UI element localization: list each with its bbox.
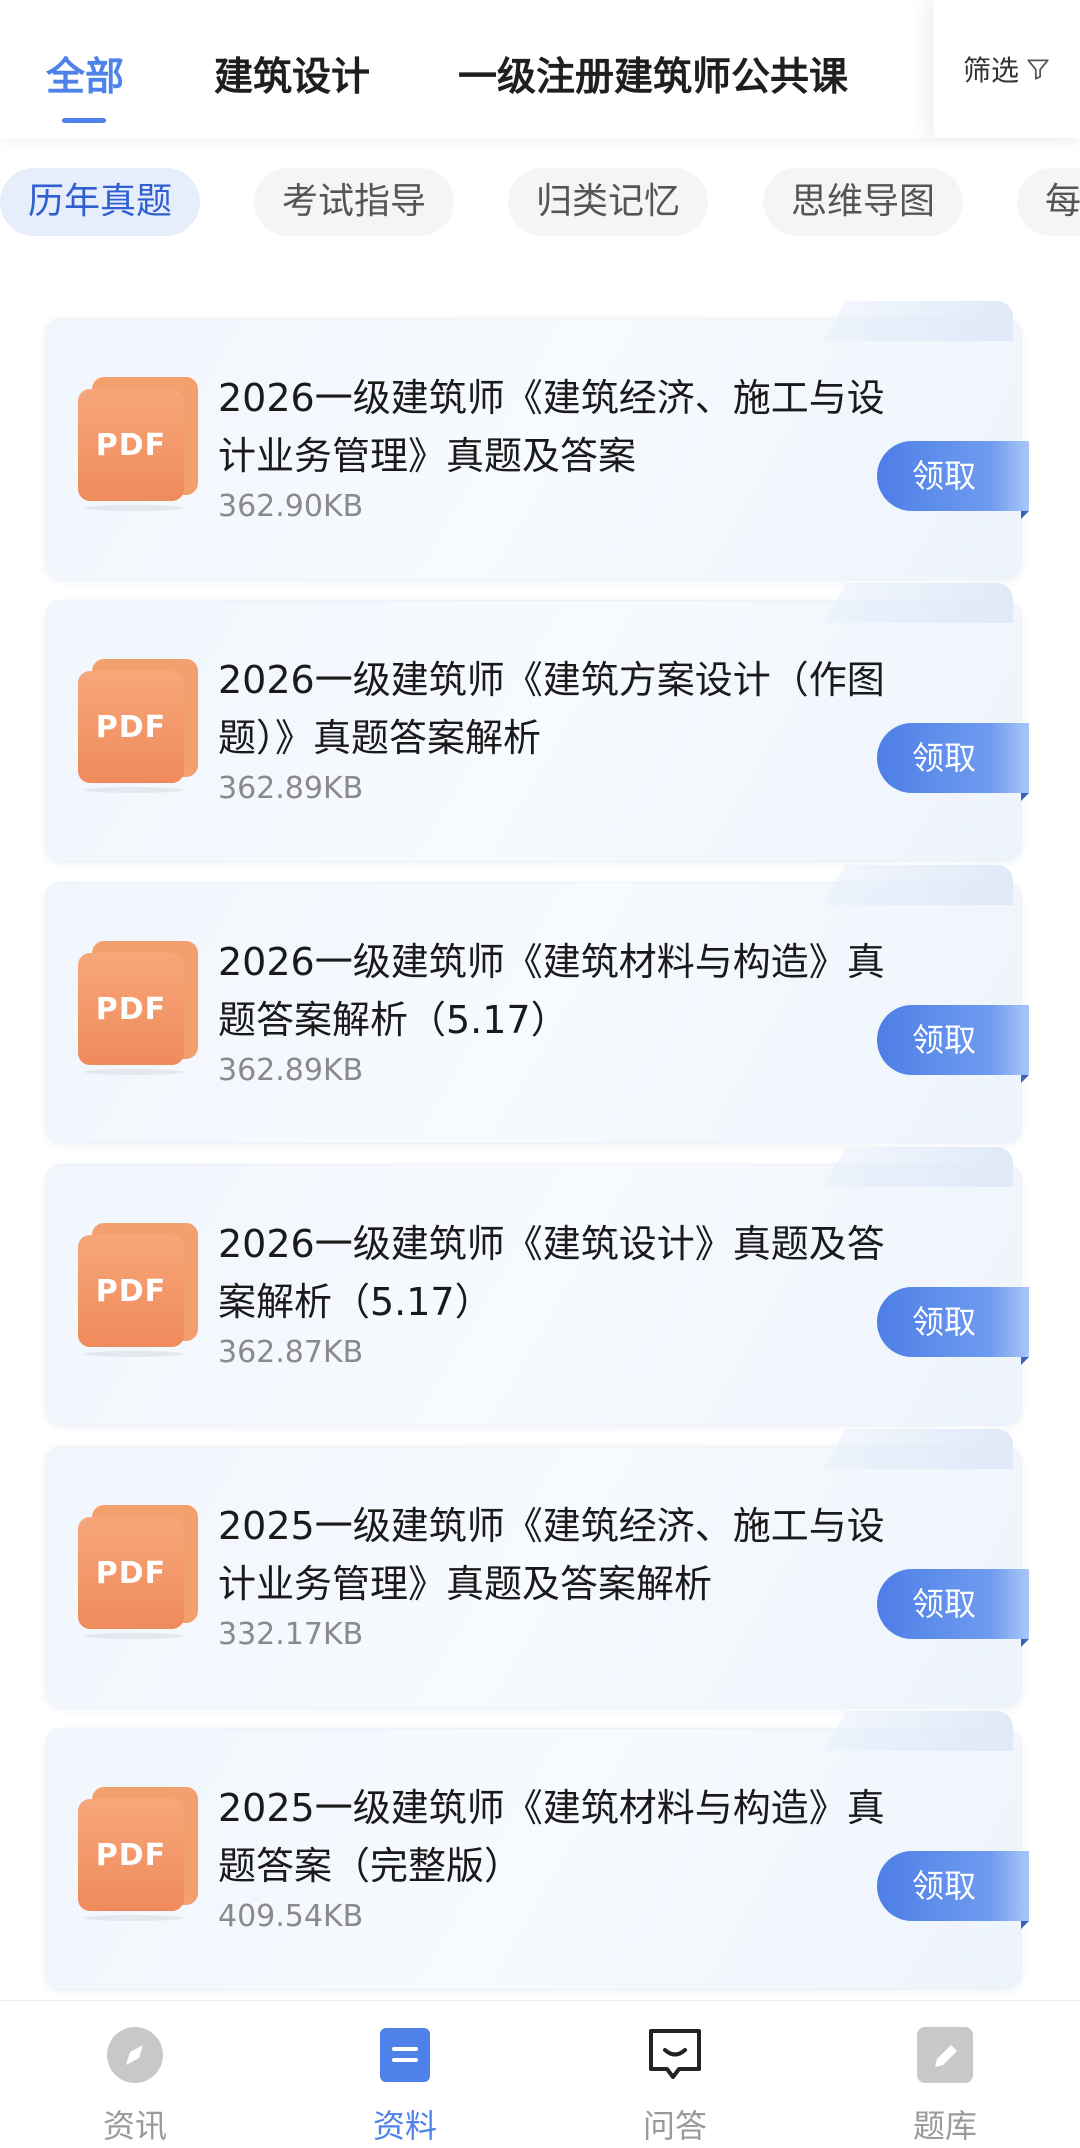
resource-size: 362.89KB: [218, 771, 364, 806]
nav-item-qa[interactable]: 问答: [540, 2001, 810, 2148]
resource-card[interactable]: PDF 2026一级建筑师《建筑设计》真题及答案解析（5.17） 362.87K…: [45, 1147, 1029, 1426]
resource-size: 362.90KB: [218, 489, 364, 524]
pdf-icon-text: PDF: [95, 1837, 167, 1873]
filter-label: 筛选: [962, 54, 1019, 87]
claim-button[interactable]: 领取: [877, 1287, 1029, 1365]
pdf-icon-text: PDF: [95, 1273, 167, 1309]
chip-mind-map[interactable]: 思维导图: [763, 168, 964, 236]
chip-past-exams[interactable]: 历年真题: [0, 168, 201, 236]
pdf-file-icon: PDF: [78, 941, 202, 1075]
chip-category-memory[interactable]: 归类记忆: [508, 168, 709, 236]
resource-card[interactable]: PDF 2026一级建筑师《建筑经济、施工与设计业务管理》真题及答案 362.9…: [45, 301, 1029, 580]
chip-exam-guide[interactable]: 考试指导: [254, 168, 455, 236]
page: 全部 建筑设计 一级注册建筑师公共课 筛选 历年真题 考试指导 归类记忆 思维导…: [0, 0, 1080, 2148]
resource-size: 362.89KB: [218, 1053, 364, 1088]
card-tab-decoration: [823, 1147, 1013, 1187]
tab-all[interactable]: 全部: [46, 46, 124, 102]
pdf-icon-text: PDF: [95, 427, 167, 463]
pdf-icon-text: PDF: [95, 709, 167, 745]
pdf-file-icon: PDF: [78, 1787, 202, 1921]
bottom-navigation: 资讯 资料 问答 题库: [0, 2000, 1080, 2148]
pdf-file-icon: PDF: [78, 1505, 202, 1639]
nav-label: 资讯: [102, 2107, 167, 2145]
claim-button[interactable]: 领取: [877, 441, 1029, 519]
filter-icon: [1027, 59, 1049, 80]
claim-button[interactable]: 领取: [877, 1569, 1029, 1647]
subcategory-chip-row: 历年真题 考试指导 归类记忆 思维导图 每: [0, 168, 1080, 238]
pdf-icon-text: PDF: [95, 991, 167, 1027]
document-icon: [380, 2028, 430, 2082]
nav-label: 资料: [372, 2107, 437, 2145]
claim-button[interactable]: 领取: [877, 1005, 1029, 1083]
resource-title: 2026一级建筑师《建筑设计》真题及答案解析（5.17）: [218, 1222, 885, 1324]
card-tab-decoration: [823, 1429, 1013, 1469]
nav-label: 问答: [642, 2107, 707, 2145]
card-tab-decoration: [823, 1711, 1013, 1751]
card-tab-decoration: [823, 865, 1013, 905]
nav-item-news[interactable]: 资讯: [0, 2001, 270, 2148]
claim-button[interactable]: 领取: [877, 723, 1029, 801]
tab-public-course[interactable]: 一级注册建筑师公共课: [458, 46, 848, 102]
filter-button[interactable]: 筛选: [934, 0, 1080, 138]
card-tab-decoration: [823, 583, 1013, 623]
resource-size: 409.54KB: [218, 1899, 364, 1934]
resource-title: 2025一级建筑师《建筑经济、施工与设计业务管理》真题及答案解析: [218, 1504, 885, 1606]
compass-icon: [107, 2027, 163, 2083]
pencil-icon: [917, 2027, 973, 2083]
nav-label: 题库: [912, 2107, 977, 2145]
tab-architectural-design[interactable]: 建筑设计: [214, 46, 370, 102]
chip-daily[interactable]: 每: [1017, 168, 1080, 236]
pdf-icon-text: PDF: [95, 1555, 167, 1591]
resource-card[interactable]: PDF 2025一级建筑师《建筑材料与构造》真题答案（完整版） 409.54KB…: [45, 1711, 1029, 1990]
resource-card[interactable]: PDF 2025一级建筑师《建筑经济、施工与设计业务管理》真题及答案解析 332…: [45, 1429, 1029, 1708]
nav-item-question-bank[interactable]: 题库: [810, 2001, 1080, 2148]
resource-card[interactable]: PDF 2026一级建筑师《建筑材料与构造》真题答案解析（5.17） 362.8…: [45, 865, 1029, 1144]
pdf-file-icon: PDF: [78, 1223, 202, 1357]
resource-card[interactable]: PDF 2026一级建筑师《建筑方案设计（作图题）》真题答案解析 362.89K…: [45, 583, 1029, 862]
chat-bubble-icon: [649, 2029, 701, 2079]
active-tab-indicator: [62, 118, 106, 123]
resource-size: 332.17KB: [218, 1617, 364, 1652]
claim-button[interactable]: 领取: [877, 1851, 1029, 1929]
pdf-file-icon: PDF: [78, 659, 202, 793]
resource-size: 362.87KB: [218, 1335, 364, 1370]
resource-title: 2025一级建筑师《建筑材料与构造》真题答案（完整版）: [218, 1786, 885, 1888]
resource-title: 2026一级建筑师《建筑经济、施工与设计业务管理》真题及答案: [218, 376, 885, 478]
pdf-file-icon: PDF: [78, 377, 202, 511]
resource-title: 2026一级建筑师《建筑材料与构造》真题答案解析（5.17）: [218, 940, 885, 1042]
resource-title: 2026一级建筑师《建筑方案设计（作图题）》真题答案解析: [218, 658, 885, 760]
category-tab-bar: 全部 建筑设计 一级注册建筑师公共课 筛选: [0, 0, 1080, 138]
nav-item-materials[interactable]: 资料: [270, 2001, 540, 2148]
card-tab-decoration: [823, 301, 1013, 341]
